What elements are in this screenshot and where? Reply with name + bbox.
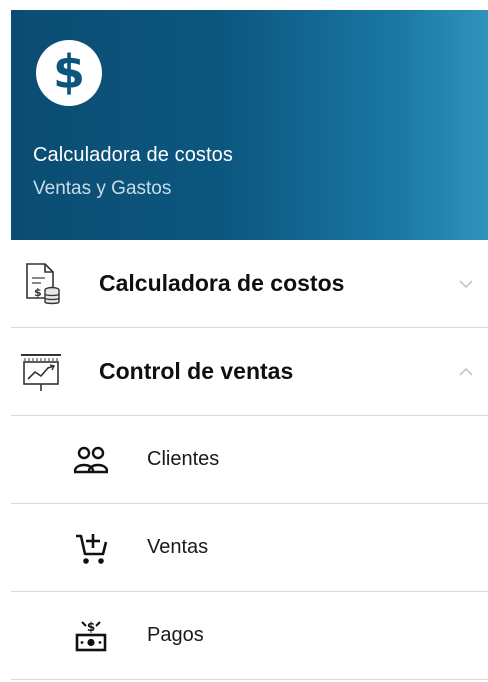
menu-group-control-ventas[interactable]: Control de ventas (11, 328, 488, 416)
drawer-header: $ Calculadora de costos Ventas y Gastos (11, 10, 488, 240)
svg-text:$: $ (87, 620, 95, 634)
svg-text:$: $ (53, 45, 85, 99)
menu-item-label: Pagos (147, 624, 204, 646)
cart-add-icon (63, 520, 119, 576)
sales-chart-board-icon (11, 342, 71, 402)
menu-group-calculadora[interactable]: $ Calculadora de costos (11, 240, 488, 328)
people-icon (63, 432, 119, 488)
cost-document-coins-icon: $ (11, 254, 71, 314)
svg-text:$: $ (34, 286, 42, 299)
cash-payment-icon: $ (63, 608, 119, 664)
menu-item-clientes[interactable]: Clientes (11, 416, 488, 504)
menu-item-pagos[interactable]: $ Pagos (11, 592, 488, 680)
app-subtitle: Ventas y Gastos (33, 178, 172, 199)
app-title: Calculadora de costos (33, 144, 233, 166)
menu-group-label: Control de ventas (99, 358, 294, 384)
menu-item-label: Ventas (147, 536, 209, 558)
dollar-circle-icon: $ (36, 40, 102, 106)
navigation-menu: $ Calculadora de costos Control de venta… (11, 240, 488, 680)
menu-group-label: Calculadora de costos (99, 270, 345, 296)
chevron-up-icon (454, 360, 478, 384)
menu-item-label: Clientes (147, 448, 220, 470)
menu-item-ventas[interactable]: Ventas (11, 504, 488, 592)
chevron-down-icon (454, 272, 478, 296)
